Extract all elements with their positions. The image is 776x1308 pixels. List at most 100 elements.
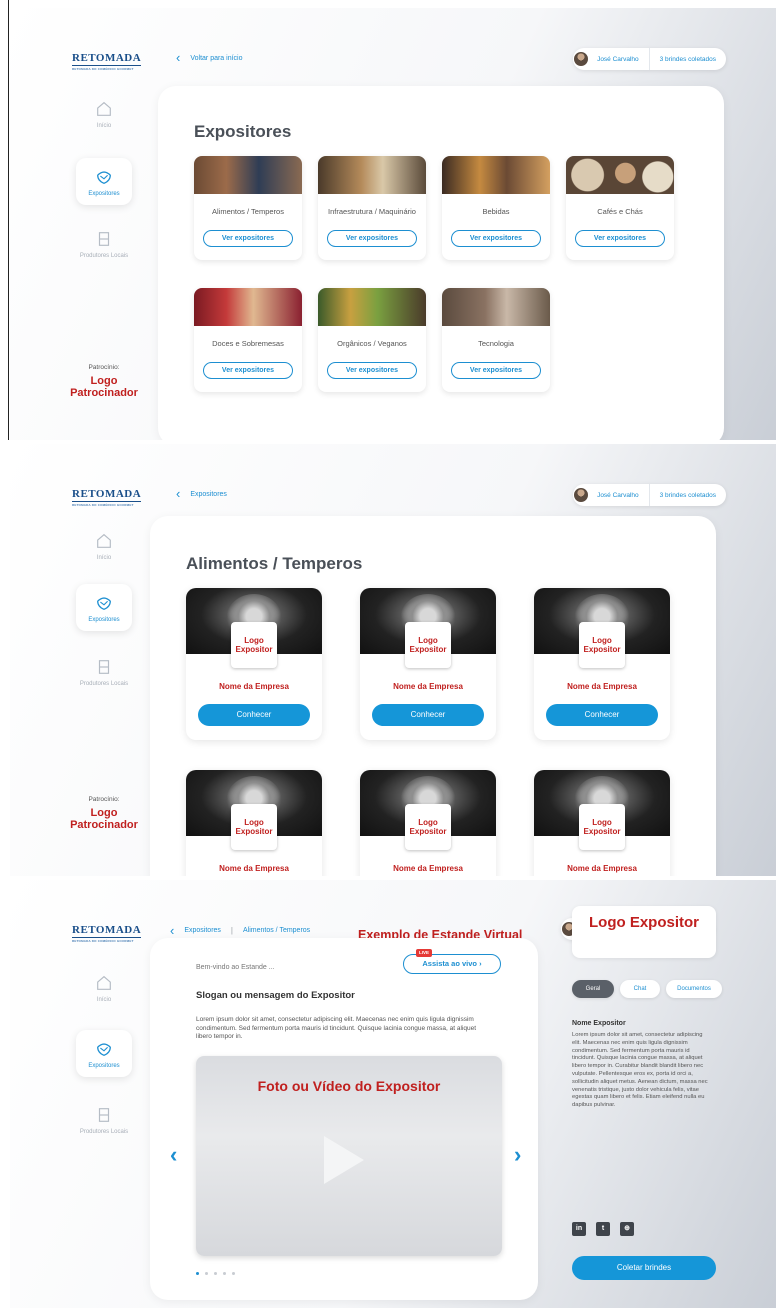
left-border-line [8,0,9,440]
user-menu[interactable]: José Carvalho 3 brindes coletados [573,484,726,506]
exhibitor-card: Logo Expositor Nome da Empresa Conhecer [360,588,496,740]
website-icon[interactable]: ⊕ [620,1222,634,1236]
carousel-dot[interactable] [205,1272,208,1275]
user-name: José Carvalho [597,55,639,63]
chevron-left-icon: ‹ [176,50,181,65]
sponsor-block: Patrocínio: Logo Patrocinador [62,796,146,831]
play-icon[interactable] [324,1136,364,1184]
chevron-left-icon: ‹ [170,922,175,938]
category-card: Doces e Sobremesas Ver expositores [194,288,302,392]
exhibitor-logo: Logo Expositor [231,804,277,850]
sidebar-item-expositores[interactable]: Expositores [76,1030,132,1077]
tab-geral[interactable]: Geral [572,980,614,998]
sidebar-item-produtores[interactable]: Produtores Locais [76,658,132,687]
sidebar-item-produtores[interactable]: Produtores Locais [76,1106,132,1135]
sidebar-item-inicio[interactable]: Início [76,532,132,561]
screen-alimentos: RETOMADA RETOMADA DO COMÉRCIO GOURMET ‹ Ex… [10,444,776,876]
conhecer-button[interactable]: Conhecer [372,704,484,726]
breadcrumb-item[interactable]: Alimentos / Temperos [243,927,310,934]
ver-expositores-button[interactable]: Ver expositores [203,230,293,247]
brindes-counter[interactable]: 3 brindes coletados [648,48,716,70]
handshake-icon [97,597,111,610]
category-image [194,156,302,194]
brand-logo[interactable]: RETOMADA RETOMADA DO COMÉRCIO GOURMET [72,52,142,71]
exhibitor-card: Logo Expositor Nome da Empresa [360,770,496,876]
slogan: Slogan ou mensagem do Expositor [196,990,355,1001]
exhibitor-logo: Logo Expositor [572,906,716,958]
carousel-dots[interactable] [196,1272,235,1275]
exhibitor-logo: Logo Expositor [579,622,625,668]
handshake-icon [97,1043,111,1056]
breadcrumb[interactable]: ‹ Expositores | Alimentos / Temperos [170,922,310,938]
breadcrumb-item[interactable]: Expositores [184,927,221,934]
ver-expositores-button[interactable]: Ver expositores [575,230,665,247]
category-card: Bebidas Ver expositores [442,156,550,260]
brand-logo[interactable]: RETOMADA RETOMADA DO COMÉRCIO GOURMET [72,488,142,507]
back-link[interactable]: ‹ Voltar para início [176,50,243,65]
coletar-brindes-button[interactable]: Coletar brindes [572,1256,716,1280]
carousel-dot[interactable] [196,1272,199,1275]
stall-icon [98,232,110,246]
category-card: Cafés e Chás Ver expositores [566,156,674,260]
carousel-next-arrow[interactable]: › [514,1142,521,1168]
carousel-dot[interactable] [223,1272,226,1275]
handshake-icon [97,171,111,184]
ver-expositores-button[interactable]: Ver expositores [203,362,293,379]
conhecer-button[interactable]: Conhecer [546,704,658,726]
exhibitor-logo: Logo Expositor [405,622,451,668]
sidebar-item-expositores[interactable]: Expositores [76,584,132,631]
exhibitor-logo: Logo Expositor [579,804,625,850]
conhecer-button[interactable]: Conhecer [198,704,310,726]
exhibitor-card: Logo Expositor Nome da Empresa [186,770,322,876]
exhibitor-logo: Logo Expositor [405,804,451,850]
avatar [573,487,590,503]
brindes-counter[interactable]: 3 brindes coletados [648,484,716,506]
sponsor-block: Patrocínio: Logo Patrocinador [62,364,146,399]
twitter-icon[interactable]: t [596,1222,610,1236]
ver-expositores-button[interactable]: Ver expositores [327,362,417,379]
sidebar-item-inicio[interactable]: Início [76,100,132,129]
breadcrumb[interactable]: ‹ Expositores [176,487,227,500]
carousel-dot[interactable] [214,1272,217,1275]
company-name: Nome da Empresa [393,864,463,873]
exhibitor-logo: Logo Expositor [231,622,277,668]
home-icon [97,101,111,116]
company-name: Nome da Empresa [567,682,637,691]
carousel-prev-arrow[interactable]: ‹ [170,1142,177,1168]
sidebar-item-expositores[interactable]: Expositores [76,158,132,205]
user-name: José Carvalho [597,491,639,499]
watch-live-button[interactable]: LIVE Assista ao vivo › [403,949,501,974]
chevron-right-icon: › [479,959,482,968]
company-name: Nome da Empresa [219,864,289,873]
category-card: Tecnologia Ver expositores [442,288,550,392]
tab-chat[interactable]: Chat [620,980,660,998]
category-image [442,156,550,194]
carousel-dot[interactable] [232,1272,235,1275]
user-menu[interactable]: José Carvalho 3 brindes coletados [573,48,726,70]
exhibitor-card: Logo Expositor Nome da Empresa [534,770,670,876]
company-name: Nome da Empresa [219,682,289,691]
category-image [566,156,674,194]
media-carousel[interactable]: Foto ou Vídeo do Expositor [196,1056,502,1256]
welcome-text: Bem-vindo ao Estande ... [196,964,275,971]
company-name: Nome da Empresa [567,864,637,873]
media-title: Foto ou Vídeo do Expositor [257,1078,441,1094]
sponsor-logo[interactable]: Logo Patrocinador [62,375,146,399]
avatar [573,51,590,67]
home-icon [97,975,111,990]
stall-icon [98,660,110,674]
tab-documentos[interactable]: Documentos [666,980,722,998]
category-image [318,288,426,326]
page-title: Expositores [194,122,292,141]
sidebar-item-produtores[interactable]: Produtores Locais [76,230,132,259]
exhibitor-card: Logo Expositor Nome da Empresa Conhecer [186,588,322,740]
linkedin-icon[interactable]: in [572,1222,586,1236]
brand-logo[interactable]: RETOMADA RETOMADA DO COMÉRCIO GOURMET [72,924,142,943]
sponsor-logo[interactable]: Logo Patrocinador [62,807,146,831]
ver-expositores-button[interactable]: Ver expositores [327,230,417,247]
category-image [318,156,426,194]
ver-expositores-button[interactable]: Ver expositores [451,362,541,379]
category-image [194,288,302,326]
sidebar-item-inicio[interactable]: Início [76,974,132,1003]
ver-expositores-button[interactable]: Ver expositores [451,230,541,247]
